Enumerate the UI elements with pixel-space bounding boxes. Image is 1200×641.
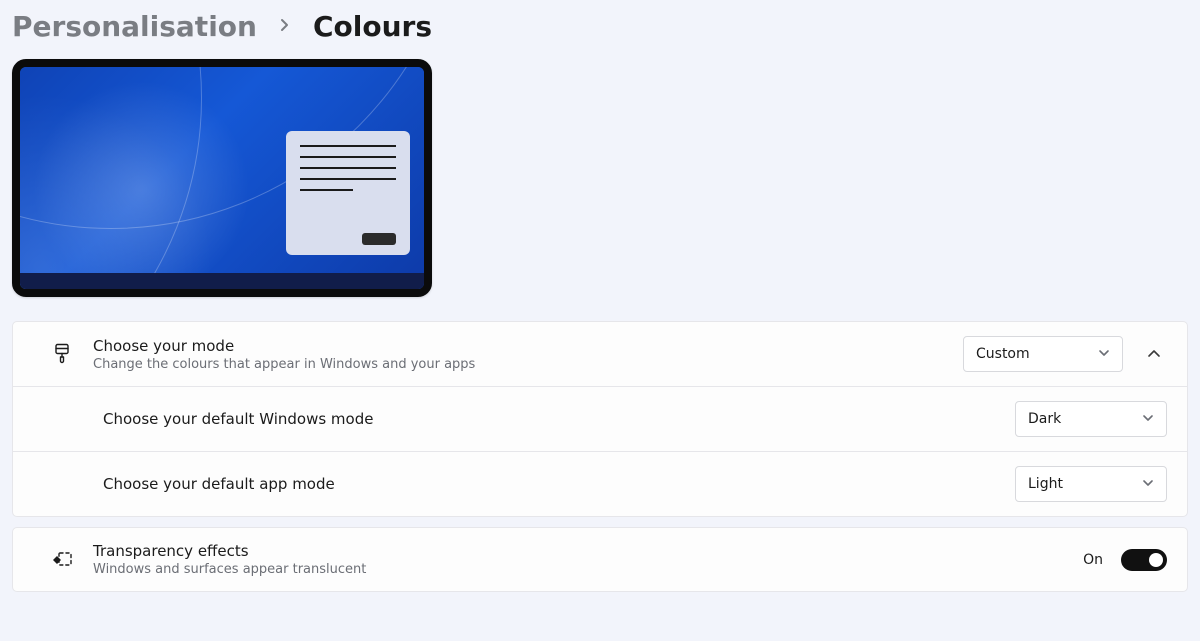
transparency-toggle[interactable] (1121, 549, 1167, 571)
choose-mode-value: Custom (976, 346, 1030, 362)
preview-taskbar (20, 273, 424, 289)
transparency-icon (47, 551, 77, 569)
windows-mode-value: Dark (1028, 411, 1061, 427)
chevron-down-icon (1142, 477, 1154, 491)
app-mode-dropdown[interactable]: Light (1015, 466, 1167, 502)
chevron-down-icon (1098, 347, 1110, 361)
transparency-state-label: On (1083, 552, 1103, 568)
app-mode-row: Choose your default app mode Light (13, 451, 1187, 516)
windows-mode-title: Choose your default Windows mode (103, 410, 999, 428)
transparency-row: Transparency effects Windows and surface… (13, 528, 1187, 591)
choose-mode-title: Choose your mode (93, 337, 947, 355)
transparency-card: Transparency effects Windows and surface… (12, 527, 1188, 592)
app-mode-value: Light (1028, 476, 1063, 492)
chevron-down-icon (1142, 412, 1154, 426)
breadcrumb: Personalisation Colours (12, 6, 1188, 59)
brush-icon (47, 343, 77, 365)
breadcrumb-current: Colours (313, 10, 432, 43)
windows-mode-row: Choose your default Windows mode Dark (13, 386, 1187, 451)
breadcrumb-parent[interactable]: Personalisation (12, 10, 257, 43)
choose-mode-desc: Change the colours that appear in Window… (93, 357, 947, 372)
preview-app-window (286, 131, 410, 255)
transparency-title: Transparency effects (93, 542, 1067, 560)
chevron-right-icon (279, 16, 291, 37)
app-mode-title: Choose your default app mode (103, 475, 999, 493)
colour-preview (12, 59, 432, 297)
choose-mode-card: Choose your mode Change the colours that… (12, 321, 1188, 517)
choose-mode-collapse[interactable] (1141, 341, 1167, 367)
choose-mode-row: Choose your mode Change the colours that… (13, 322, 1187, 386)
transparency-desc: Windows and surfaces appear translucent (93, 562, 1067, 577)
windows-mode-dropdown[interactable]: Dark (1015, 401, 1167, 437)
choose-mode-dropdown[interactable]: Custom (963, 336, 1123, 372)
